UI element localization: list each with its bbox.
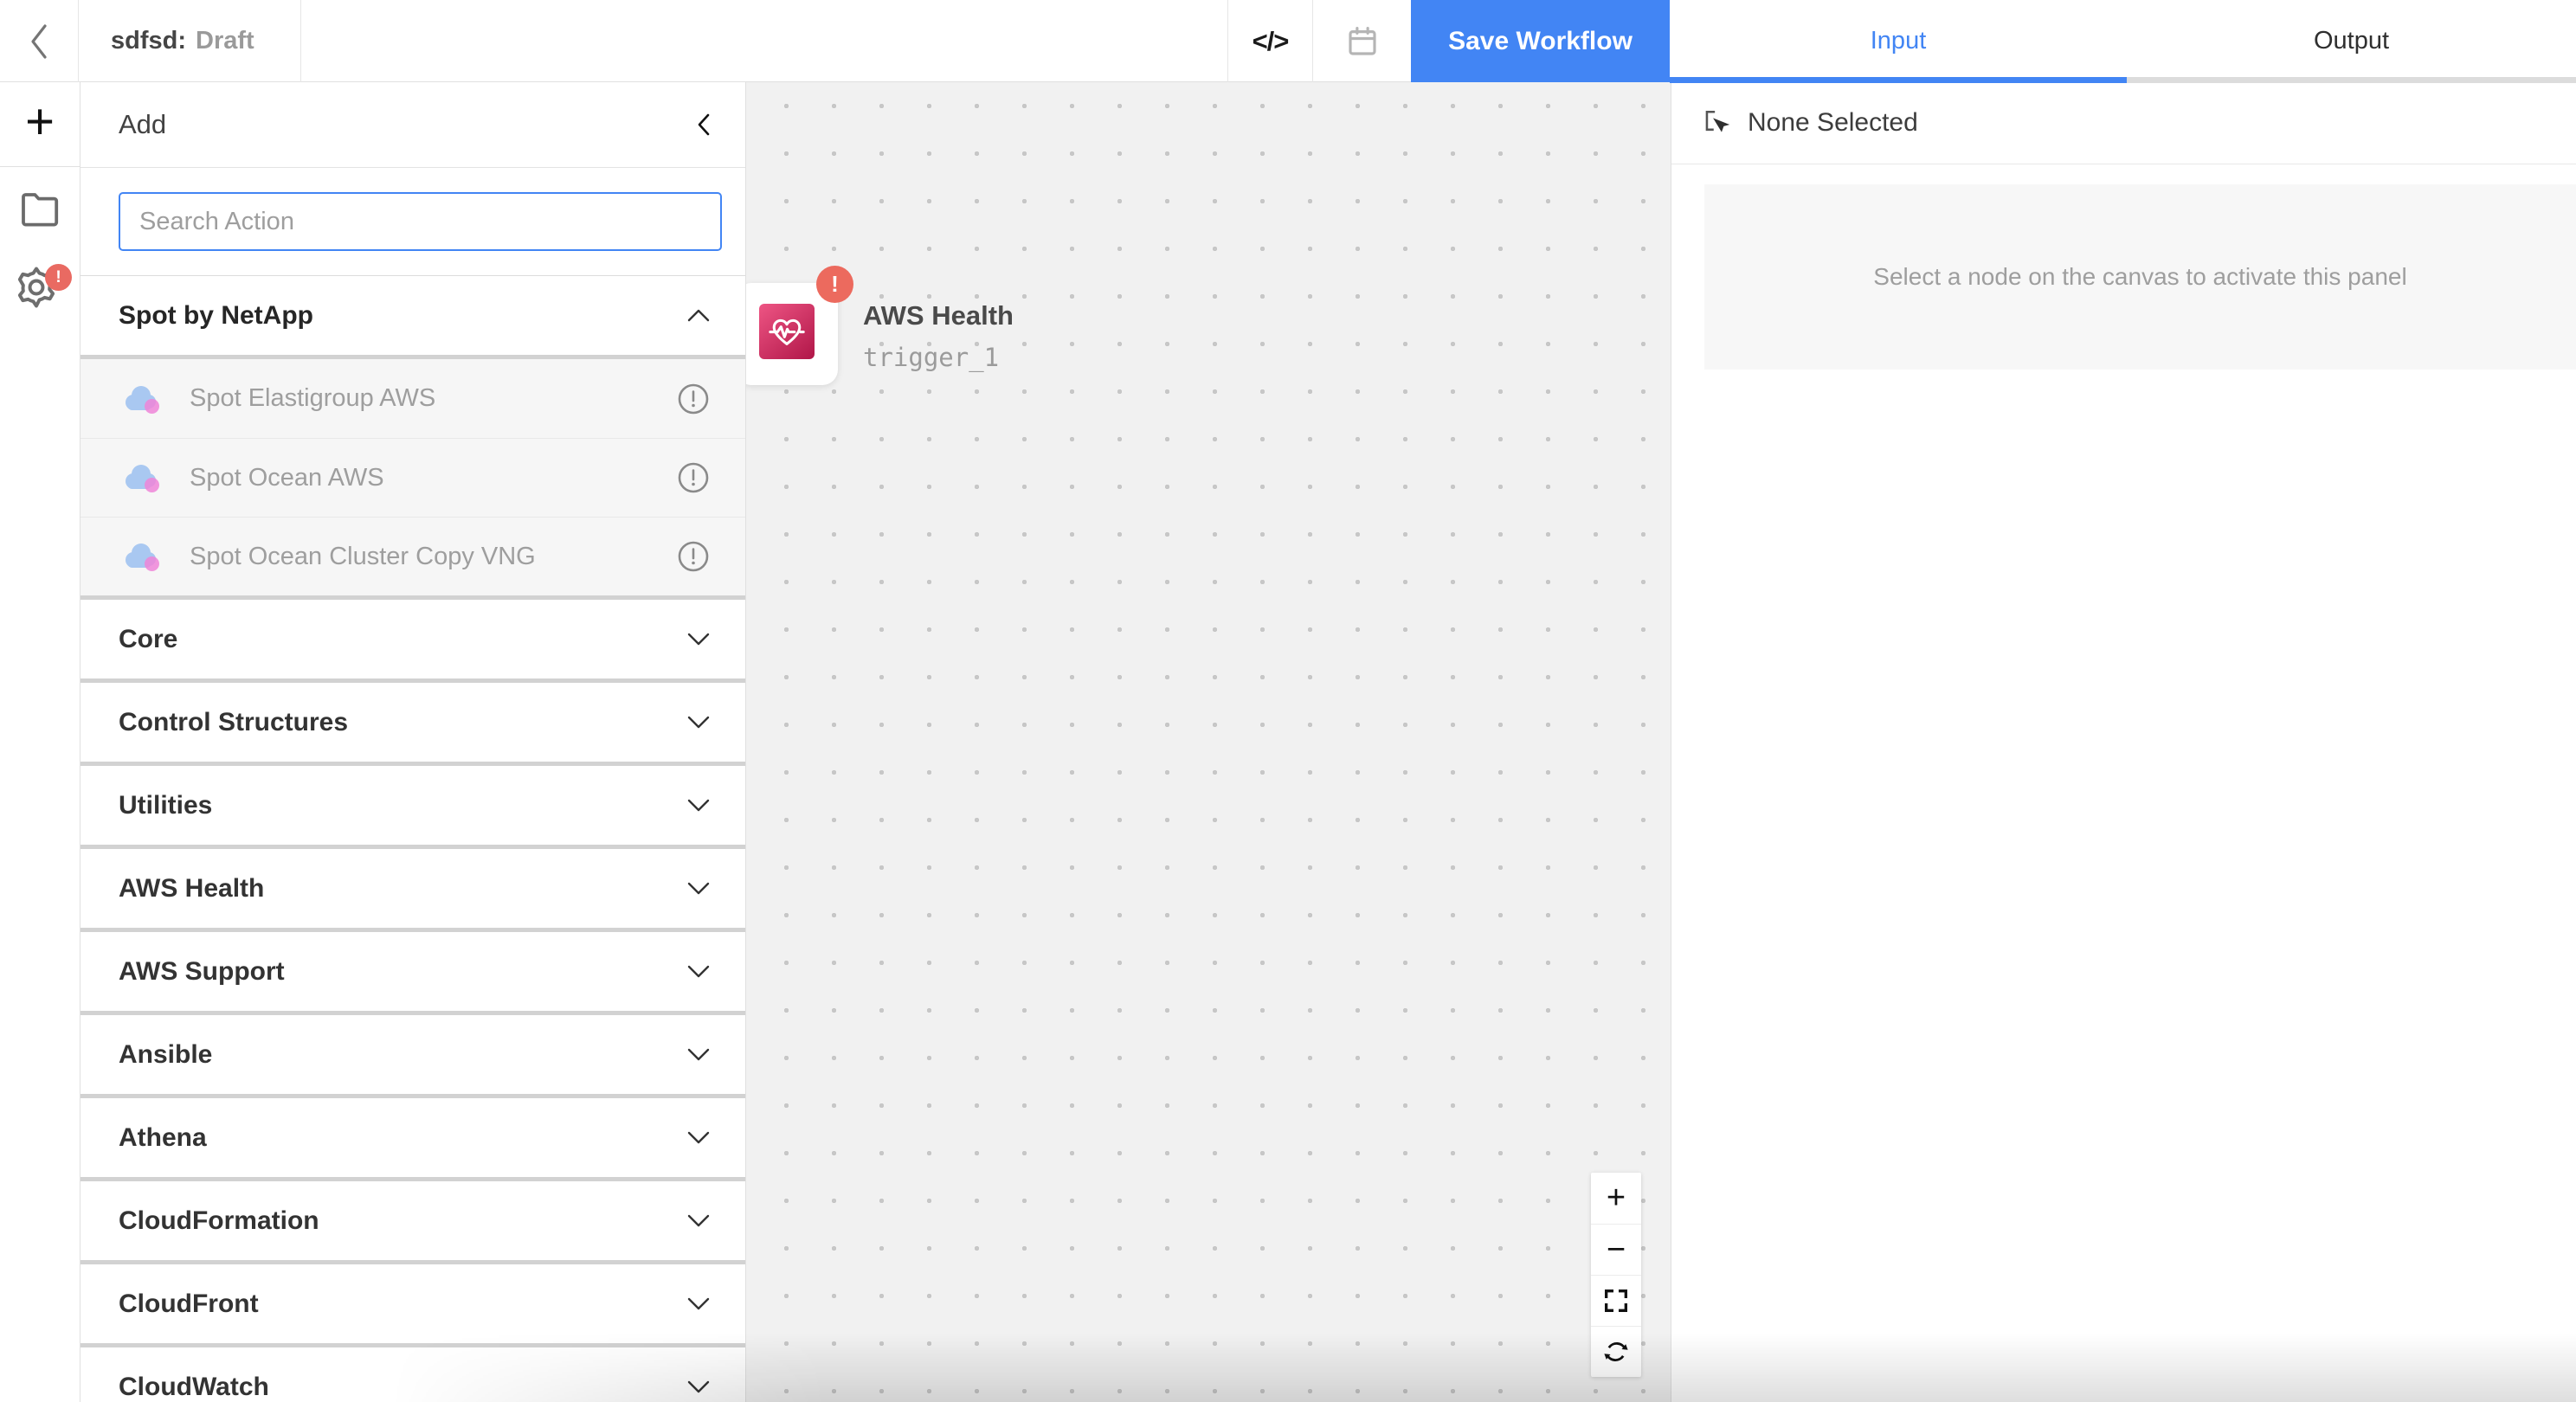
- projects-rail-button[interactable]: [16, 184, 64, 233]
- chevron-down-icon: [686, 964, 711, 979]
- group-label: CloudFormation: [119, 1206, 319, 1236]
- group-header-athena[interactable]: Athena: [80, 1098, 745, 1177]
- action-item-label: Spot Ocean Cluster Copy VNG: [190, 543, 536, 571]
- tab-output[interactable]: Output: [2127, 0, 2576, 82]
- group-label: AWS Health: [119, 874, 264, 904]
- group-header-core[interactable]: Core: [80, 600, 745, 678]
- empty-state-box: Select a node on the canvas to activate …: [1704, 184, 2576, 370]
- chevron-down-icon: [686, 1130, 711, 1145]
- group-items-spot-by-netapp: Spot Elastigroup AWS Spot Ocean AWS: [80, 359, 745, 595]
- tab-input[interactable]: Input: [1670, 0, 2127, 82]
- group-header-cloudfront[interactable]: CloudFront: [80, 1264, 745, 1343]
- workflow-canvas[interactable]: [746, 82, 1671, 1402]
- inspector-tabs: Input Output: [1670, 0, 2576, 82]
- empty-state-message: Select a node on the canvas to activate …: [1873, 263, 2406, 291]
- chevron-down-icon: [686, 1379, 711, 1394]
- left-icon-rail: + !: [0, 82, 80, 1402]
- code-view-button[interactable]: </>: [1227, 0, 1313, 82]
- search-section: [80, 168, 745, 275]
- reset-view-button[interactable]: [1591, 1326, 1641, 1377]
- code-icon: </>: [1253, 26, 1289, 57]
- chevron-down-icon: [686, 1213, 711, 1228]
- group-header-cloudwatch[interactable]: CloudWatch: [80, 1347, 745, 1402]
- action-item-spot-elastigroup-aws[interactable]: Spot Elastigroup AWS: [80, 359, 745, 438]
- group-label: CloudFront: [119, 1289, 259, 1319]
- save-workflow-button[interactable]: Save Workflow: [1411, 0, 1670, 82]
- action-item-label: Spot Ocean AWS: [190, 464, 384, 492]
- workflow-title: sdfsd: Draft: [80, 0, 301, 82]
- add-panel-header: Add: [80, 82, 745, 168]
- warning-icon: [676, 382, 711, 416]
- group-header-aws-health[interactable]: AWS Health: [80, 849, 745, 928]
- spot-cloud-icon: [122, 540, 162, 573]
- search-action-input[interactable]: [119, 192, 722, 251]
- chevron-left-icon: [696, 113, 711, 137]
- zoom-in-button[interactable]: +: [1591, 1173, 1641, 1224]
- action-item-spot-ocean-cluster-copy-vng[interactable]: Spot Ocean Cluster Copy VNG: [80, 517, 745, 595]
- add-node-rail-button[interactable]: +: [0, 82, 80, 167]
- group-header-control-structures[interactable]: Control Structures: [80, 683, 745, 762]
- calendar-icon: [1344, 23, 1381, 60]
- group-header-spot-by-netapp[interactable]: Spot by NetApp: [80, 276, 745, 355]
- group-label: Spot by NetApp: [119, 301, 313, 331]
- add-action-panel: Add Spot by NetApp: [80, 82, 746, 1402]
- fit-view-icon: [1602, 1287, 1630, 1315]
- warning-icon: [676, 460, 711, 495]
- schedule-button[interactable]: [1313, 0, 1411, 82]
- node-id: trigger_1: [863, 343, 999, 372]
- group-label: Athena: [119, 1123, 207, 1153]
- warning-icon: [676, 539, 711, 574]
- chevron-up-icon: [686, 308, 711, 323]
- group-label: Utilities: [119, 791, 212, 820]
- canvas-zoom-controls: + −: [1591, 1173, 1641, 1377]
- reset-rotate-icon: [1601, 1337, 1631, 1367]
- chevron-down-icon: [686, 1047, 711, 1062]
- spot-cloud-icon: [122, 383, 162, 415]
- chevron-down-icon: [686, 881, 711, 896]
- selection-status: None Selected: [1748, 108, 1918, 138]
- settings-alert-badge: !: [45, 264, 72, 291]
- group-label: Control Structures: [119, 708, 348, 737]
- zoom-out-button[interactable]: −: [1591, 1224, 1641, 1275]
- chevron-down-icon: [686, 715, 711, 730]
- chevron-down-icon: [686, 798, 711, 813]
- group-label: CloudWatch: [119, 1373, 269, 1402]
- chevron-down-icon: [686, 1296, 711, 1311]
- fit-view-button[interactable]: [1591, 1275, 1641, 1326]
- select-cursor-icon: [1703, 108, 1732, 138]
- selection-status-row: None Selected: [1671, 82, 2576, 164]
- add-panel-title: Add: [119, 109, 166, 140]
- node-alert-badge: !: [816, 266, 853, 303]
- node-title: AWS Health: [863, 300, 1014, 331]
- workflow-editor: sdfsd: Draft </> Save Workflow Input Out…: [0, 0, 2576, 1402]
- group-label: AWS Support: [119, 957, 285, 987]
- chevron-down-icon: [686, 632, 711, 646]
- group-header-aws-support[interactable]: AWS Support: [80, 932, 745, 1011]
- group-header-utilities[interactable]: Utilities: [80, 766, 745, 845]
- workflow-status-badge: Draft: [196, 27, 254, 55]
- group-header-cloudformation[interactable]: CloudFormation: [80, 1181, 745, 1260]
- top-bar: sdfsd: Draft </> Save Workflow Input Out…: [0, 0, 2576, 82]
- collapse-panel-button[interactable]: [696, 113, 711, 137]
- back-button[interactable]: [0, 0, 79, 82]
- action-item-label: Spot Elastigroup AWS: [190, 384, 435, 413]
- inspector-panel: None Selected Select a node on the canva…: [1671, 82, 2576, 1402]
- folder-icon: [19, 190, 61, 227]
- aws-health-heart-pulse-icon: [759, 304, 815, 359]
- spot-cloud-icon: [122, 461, 162, 494]
- workflow-name: sdfsd:: [111, 27, 186, 55]
- group-header-ansible[interactable]: Ansible: [80, 1015, 745, 1094]
- group-label: Ansible: [119, 1040, 212, 1070]
- chevron-left-icon: [29, 23, 49, 61]
- group-label: Core: [119, 625, 177, 654]
- action-item-spot-ocean-aws[interactable]: Spot Ocean AWS: [80, 438, 745, 517]
